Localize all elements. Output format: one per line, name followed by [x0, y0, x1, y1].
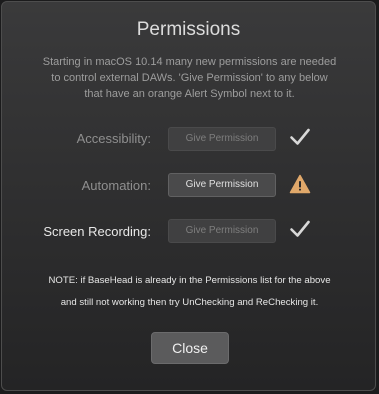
automation-give-permission-button[interactable]: Give Permission: [168, 173, 276, 197]
checkmark-icon: [289, 218, 311, 240]
note-text: NOTE: if BaseHead is already in the Perm…: [14, 270, 365, 314]
screen-recording-label: Screen Recording:: [43, 224, 151, 239]
alert-triangle-icon: [289, 173, 311, 195]
note-line: NOTE: if BaseHead is already in the Perm…: [48, 275, 331, 286]
screen-recording-give-permission-button[interactable]: Give Permission: [168, 219, 276, 243]
permissions-dialog: Permissions Starting in macOS 10.14 many…: [1, 1, 376, 391]
dialog-description: Starting in macOS 10.14 many new permiss…: [22, 54, 357, 102]
note-line: and still not working then try UnCheckin…: [60, 297, 319, 308]
close-button[interactable]: Close: [151, 332, 229, 364]
dialog-title: Permissions: [136, 19, 241, 40]
automation-label: Automation:: [81, 178, 151, 193]
accessibility-label: Accessibility:: [76, 131, 151, 146]
description-line: Starting in macOS 10.14 many new permiss…: [42, 56, 337, 68]
description-line: to control external DAWs. 'Give Permissi…: [51, 72, 328, 84]
accessibility-give-permission-button[interactable]: Give Permission: [168, 127, 276, 151]
description-line: that have an orange Alert Symbol next to…: [84, 88, 295, 100]
checkmark-icon: [289, 126, 311, 148]
